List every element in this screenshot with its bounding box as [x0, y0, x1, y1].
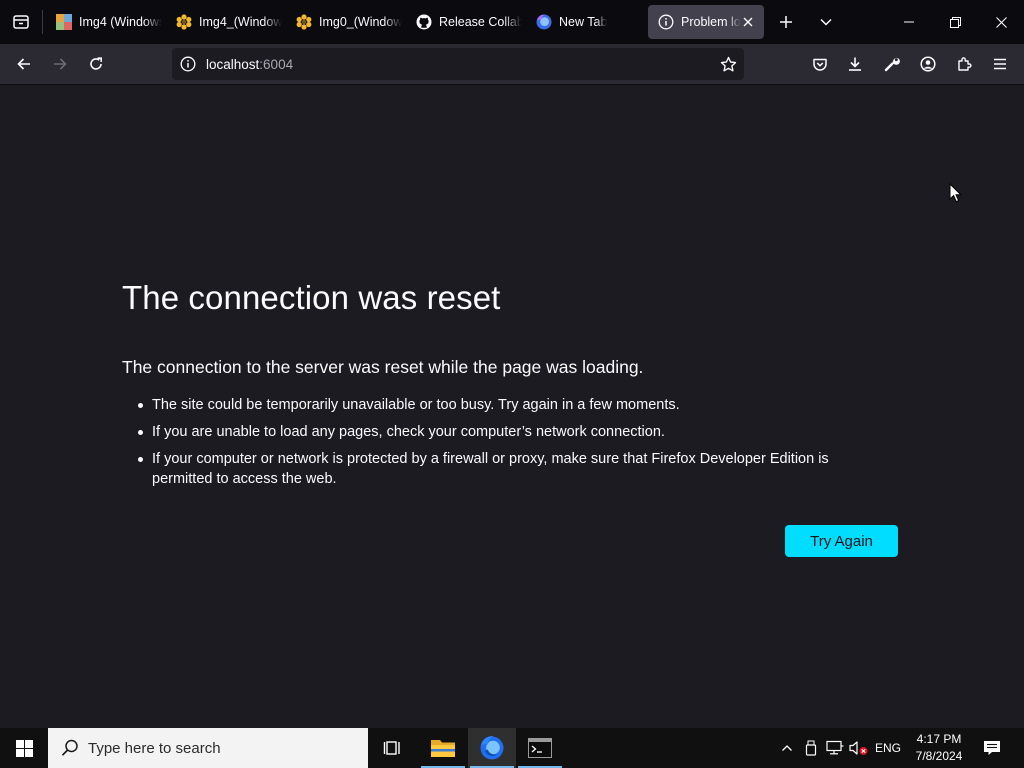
- pocket-icon: [813, 58, 827, 71]
- taskbar-search-box[interactable]: Type here to search: [48, 728, 368, 768]
- plus-icon: [780, 16, 792, 28]
- action-center-button[interactable]: [978, 728, 1006, 768]
- tab-title: Problem lo: [681, 15, 741, 29]
- close-icon: [995, 16, 1007, 28]
- tab-title: Release Collab: [439, 15, 522, 29]
- terminal-icon: [528, 738, 552, 758]
- folder-icon: [431, 740, 455, 757]
- tab-img4-windows[interactable]: Img4 (Windows: [46, 5, 162, 39]
- account-button[interactable]: [912, 48, 944, 80]
- firefox-view-button[interactable]: [0, 0, 42, 44]
- show-hidden-icons-button[interactable]: [776, 728, 798, 768]
- tab-separator: [42, 10, 43, 34]
- clock-time: 4:17 PM: [916, 732, 962, 746]
- github-icon: [416, 14, 432, 30]
- back-button[interactable]: [8, 48, 40, 80]
- close-window-button[interactable]: [978, 0, 1024, 44]
- tab-title: Img4 (Windows: [79, 15, 162, 29]
- search-placeholder: Type here to search: [88, 739, 221, 757]
- image-thumbnail-icon: [56, 14, 72, 30]
- tab-img4-windows-2[interactable]: Img4_(Windows: [166, 5, 282, 39]
- firefox-icon: [536, 14, 552, 30]
- tab-new-tab[interactable]: New Tab: [526, 5, 642, 39]
- chevron-up-icon: [782, 745, 792, 751]
- minimize-icon: [904, 21, 914, 23]
- usb-device-tray-button[interactable]: [800, 728, 822, 768]
- error-page: The connection was reset The connection …: [0, 85, 1024, 728]
- task-view-button[interactable]: [368, 728, 416, 768]
- input-language-button[interactable]: ENG: [872, 728, 904, 768]
- start-button[interactable]: [0, 728, 48, 768]
- search-icon: [61, 739, 78, 756]
- network-tray-button[interactable]: [824, 728, 846, 768]
- error-description: The connection to the server was reset w…: [122, 357, 644, 377]
- list-item: If your computer or network is protected…: [138, 449, 872, 489]
- pocket-button[interactable]: [804, 48, 836, 80]
- hamburger-menu-icon: [994, 58, 1006, 70]
- close-tab-icon[interactable]: [740, 14, 756, 30]
- account-icon: [920, 56, 936, 72]
- tab-title: Img0_(Windows: [319, 15, 402, 29]
- list-all-tabs-button[interactable]: [808, 0, 844, 44]
- star-icon: [720, 56, 736, 71]
- wrench-icon: [884, 57, 900, 72]
- firefox-developer-edition-icon: [480, 736, 504, 760]
- site-info-icon[interactable]: [180, 56, 196, 72]
- download-icon: [849, 57, 861, 71]
- puzzle-icon: [958, 57, 972, 71]
- taskbar-terminal[interactable]: [516, 728, 564, 768]
- menu-button[interactable]: [984, 48, 1016, 80]
- taskbar-firefox-developer-edition[interactable]: [468, 728, 516, 768]
- tab-release-collab[interactable]: Release Collab: [406, 5, 522, 39]
- windows-taskbar: Type here to search ENG 4:17 PM 7/8/2024: [0, 728, 1024, 768]
- network-icon: [826, 740, 844, 755]
- try-again-button[interactable]: Try Again: [785, 525, 898, 557]
- forward-button[interactable]: [44, 48, 76, 80]
- tab-title: New Tab: [559, 15, 608, 29]
- restore-button[interactable]: [932, 0, 978, 44]
- flower-favicon-icon: [296, 14, 312, 30]
- taskbar-file-explorer[interactable]: [419, 728, 467, 768]
- tab-title: Img4_(Windows: [199, 15, 282, 29]
- volume-tray-button[interactable]: [848, 728, 870, 768]
- url-bar[interactable]: localhost:6004: [172, 48, 744, 80]
- usb-drive-icon: [805, 740, 817, 756]
- info-icon: [658, 14, 674, 30]
- list-item: If you are unable to load any pages, che…: [138, 422, 872, 442]
- tab-problem-loading[interactable]: Problem lo: [648, 5, 764, 39]
- mouse-cursor-icon: [949, 183, 962, 203]
- list-item: The site could be temporarily unavailabl…: [138, 395, 872, 415]
- developer-tools-button[interactable]: [876, 48, 908, 80]
- windows-logo-icon: [15, 739, 33, 757]
- language-indicator: ENG: [874, 741, 901, 755]
- task-view-icon: [383, 741, 400, 755]
- minimize-button[interactable]: [886, 0, 932, 44]
- chevron-down-icon: [820, 18, 832, 26]
- bookmark-star-button[interactable]: [718, 54, 738, 74]
- downloads-button[interactable]: [839, 48, 871, 80]
- arrow-right-icon: [54, 58, 67, 70]
- clock-date: 7/8/2024: [915, 749, 963, 763]
- error-suggestions: The site could be temporarily unavailabl…: [138, 395, 872, 496]
- extensions-button[interactable]: [948, 48, 980, 80]
- url-text[interactable]: localhost:6004: [206, 57, 293, 72]
- restore-icon: [949, 16, 961, 28]
- tab-strip: Img4 (Windows Img4_(Windows Img0_(Window…: [0, 0, 1024, 44]
- firefox-view-icon: [13, 15, 29, 29]
- url-host: localhost: [206, 57, 260, 72]
- tab-img0-windows[interactable]: Img0_(Windows: [286, 5, 402, 39]
- notification-icon: [984, 741, 1000, 755]
- arrow-left-icon: [17, 58, 30, 70]
- taskbar-clock[interactable]: 4:17 PM 7/8/2024: [908, 731, 970, 765]
- url-port: :6004: [259, 57, 294, 72]
- reload-button[interactable]: [80, 48, 112, 80]
- new-tab-button[interactable]: [768, 0, 804, 44]
- error-title: The connection was reset: [122, 279, 501, 316]
- flower-favicon-icon: [176, 14, 192, 30]
- volume-muted-icon: [849, 741, 868, 755]
- reload-icon: [90, 57, 102, 70]
